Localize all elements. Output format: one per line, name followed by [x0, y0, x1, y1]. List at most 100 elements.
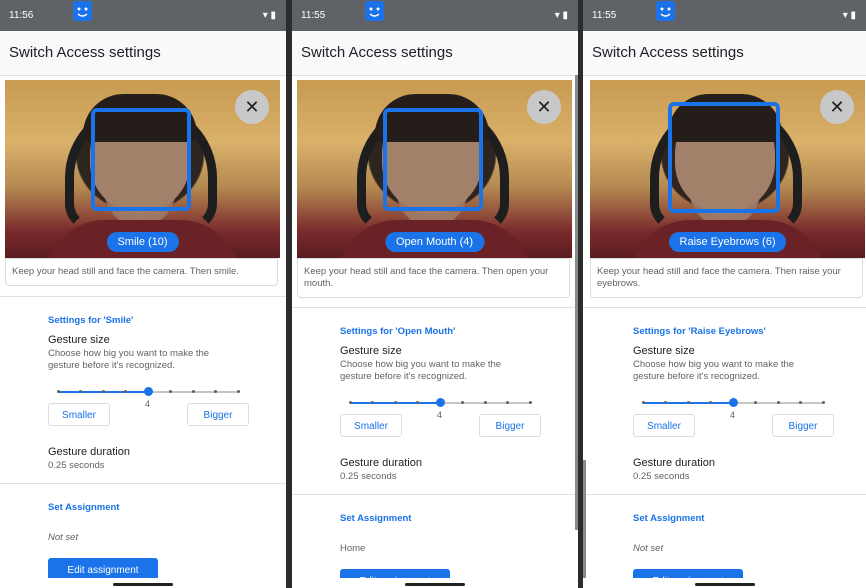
gesture-duration-value: 0.25 seconds	[633, 471, 690, 482]
slider-thumb[interactable]	[143, 387, 153, 396]
page-title: Switch Access settings	[9, 44, 161, 61]
gesture-duration-title[interactable]: Gesture duration	[48, 446, 130, 458]
home-gesture-handle[interactable]	[694, 583, 755, 586]
wifi-battery-icons: ▾ ▮	[842, 10, 856, 21]
face-detection-box	[383, 108, 483, 211]
set-assignment-header: Set Assignment	[48, 502, 120, 513]
settings-header: Settings for 'Raise Eyebrows'	[633, 326, 766, 337]
slider-tick	[191, 390, 195, 393]
gesture-size-title: Gesture size	[633, 345, 695, 357]
home-gesture-handle[interactable]	[113, 583, 173, 586]
divider	[0, 296, 286, 297]
assignment-value: Not set	[48, 532, 79, 543]
gesture-duration-title[interactable]: Gesture duration	[340, 457, 422, 469]
bigger-button[interactable]: Bigger	[772, 414, 834, 437]
slider-tick	[709, 401, 712, 404]
slider-tick	[124, 390, 127, 393]
slider-thumb[interactable]	[435, 398, 445, 407]
status-time: 11:55	[592, 10, 617, 21]
slider-tick	[371, 401, 374, 404]
slider-tick	[236, 390, 240, 393]
slider-value: 4	[145, 399, 151, 409]
close-button[interactable]: ✕	[527, 90, 561, 124]
slider-tick	[799, 401, 802, 404]
status-bar: 11:56 ▾ ▮	[0, 0, 286, 31]
slider-tick	[483, 401, 487, 404]
face-detection-box	[668, 102, 780, 213]
slider-value: 4	[730, 410, 736, 420]
slider-tick	[79, 390, 82, 393]
gesture-size-slider[interactable]: 4	[641, 398, 825, 420]
app-bar: Switch Access settings	[0, 31, 286, 76]
gesture-duration-value: 0.25 seconds	[340, 471, 397, 482]
gesture-size-desc: Choose how big you want to make the gest…	[633, 359, 795, 382]
camera-preview: ✕ Raise Eyebrows (6)	[590, 80, 865, 258]
status-bar: 11:55 ▾ ▮	[292, 0, 578, 31]
instruction-text: Keep your head still and face the camera…	[5, 258, 278, 286]
gesture-size-desc: Choose how big you want to make the gest…	[340, 359, 502, 382]
smaller-button[interactable]: Smaller	[340, 414, 402, 437]
slider-tick	[393, 401, 397, 404]
slider-tick	[664, 401, 667, 404]
slider-tick	[348, 401, 352, 404]
gesture-size-title: Gesture size	[340, 345, 402, 357]
gesture-size-slider[interactable]: 4	[348, 398, 532, 420]
slider-thumb[interactable]	[728, 398, 738, 407]
status-time: 11:56	[9, 10, 34, 21]
close-icon: ✕	[244, 97, 260, 117]
smaller-button[interactable]: Smaller	[633, 414, 695, 437]
slider-tick	[169, 390, 172, 393]
page-title: Switch Access settings	[592, 44, 744, 61]
bigger-button[interactable]: Bigger	[187, 403, 249, 426]
wifi-battery-icons: ▾ ▮	[262, 10, 276, 21]
home-gesture-handle[interactable]	[405, 583, 465, 586]
face-icon	[73, 1, 92, 21]
slider-tick	[641, 401, 645, 404]
app-bar: Switch Access settings	[292, 31, 578, 76]
face-icon	[656, 1, 675, 21]
slider-tick	[461, 401, 464, 404]
gesture-pill: Raise Eyebrows (6)	[668, 232, 787, 252]
navigation-bar	[583, 578, 866, 588]
set-assignment-header: Set Assignment	[633, 513, 705, 524]
scrollbar[interactable]	[575, 75, 578, 530]
instruction-text: Keep your head still and face the camera…	[590, 258, 863, 298]
app-bar: Switch Access settings	[583, 31, 866, 76]
slider-tick	[56, 390, 60, 393]
status-time: 11:55	[301, 10, 326, 21]
divider	[583, 494, 866, 495]
scrollbar[interactable]	[583, 460, 586, 588]
settings-header: Settings for 'Smile'	[48, 315, 134, 326]
assignment-value: Home	[340, 543, 366, 554]
wifi-battery-icons: ▾ ▮	[554, 10, 568, 21]
slider-tick	[821, 401, 825, 404]
divider	[0, 483, 286, 484]
gesture-duration-value: 0.25 seconds	[48, 460, 105, 471]
slider-tick	[214, 390, 217, 393]
gesture-size-slider[interactable]: 4	[56, 387, 240, 409]
slider-tick	[776, 401, 780, 404]
screen-raise-eyebrows: 11:55 ▾ ▮ Switch Access settings ✕ Raise…	[583, 0, 866, 588]
face-icon	[365, 1, 384, 21]
gesture-size-title: Gesture size	[48, 334, 110, 346]
gesture-duration-title[interactable]: Gesture duration	[633, 457, 715, 469]
slider-tick	[528, 401, 532, 404]
screen-open-mouth: 11:55 ▾ ▮ Switch Access settings ✕ Open …	[292, 0, 578, 588]
divider	[292, 307, 578, 308]
gesture-pill: Open Mouth (4)	[384, 232, 485, 252]
instruction-text: Keep your head still and face the camera…	[297, 258, 570, 298]
page-title: Switch Access settings	[301, 44, 453, 61]
camera-preview: ✕ Open Mouth (4)	[297, 80, 572, 258]
slider-tick	[686, 401, 690, 404]
smaller-button[interactable]: Smaller	[48, 403, 110, 426]
divider	[292, 494, 578, 495]
close-icon: ✕	[829, 97, 845, 117]
close-button[interactable]: ✕	[820, 90, 854, 124]
slider-tick	[506, 401, 509, 404]
close-button[interactable]: ✕	[235, 90, 269, 124]
slider-value: 4	[437, 410, 443, 420]
set-assignment-header: Set Assignment	[340, 513, 412, 524]
close-icon: ✕	[536, 97, 552, 117]
status-bar: 11:55 ▾ ▮	[583, 0, 866, 31]
bigger-button[interactable]: Bigger	[479, 414, 541, 437]
